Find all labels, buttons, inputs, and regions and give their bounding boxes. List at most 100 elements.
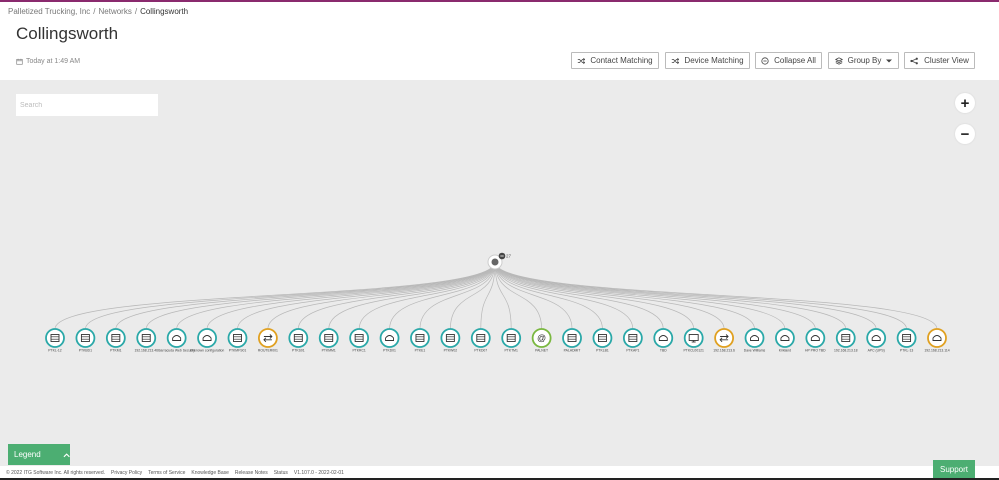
footer-link-kb[interactable]: Knowledge Base [191,470,229,476]
graph-node[interactable]: @ PALNET [531,328,552,353]
graph-node-label: PTKTM1 [505,349,518,353]
graph-node[interactable]: Dave Williams [744,328,766,353]
graph-node-label: PTKMFS01 [229,349,247,353]
timestamp-text: Today at 1:49 AM [26,58,81,65]
footer-link-terms[interactable]: Terms of Service [148,470,185,476]
page-header: Palletized Trucking, Inc / Networks / Collin… [0,2,999,80]
graph-node[interactable]: TBD [653,328,674,353]
graph-node-label: PALNET [535,349,548,353]
cluster-icon [910,57,918,64]
graph-node[interactable]: PTKMM1 [318,328,339,353]
graph-node[interactable]: 192.168.213.46 [134,328,158,353]
graph-node[interactable]: PTKW02 [440,328,461,353]
graph-edge [389,261,496,330]
graph-node[interactable]: PTKS01 [288,328,309,353]
collapse-all-button[interactable]: Collapse All [755,52,822,69]
graph-node-label: PTKMM1 [322,349,336,353]
shuffle-icon [578,57,586,64]
graph-node[interactable]: Kirkland [775,328,795,353]
graph-edge [85,261,496,330]
graph-edge [328,261,496,330]
graph-node-label: TBD [660,349,667,353]
graph-node-label: 192.168.213.114 [924,349,949,353]
graph-hub-node[interactable]: 27 [487,252,512,270]
footer-version: V1.107.0 - 2022-02-01 [293,470,344,476]
breadcrumb-org[interactable]: Palletized Trucking, Inc [8,7,90,16]
group-by-label: Group By [847,56,882,65]
graph-edges [54,261,938,330]
graph-node-label: PTKAP1 [626,349,639,353]
graph-edge [494,261,847,330]
graph-node[interactable]: PTKL-12 [45,328,65,353]
layers-icon [834,56,843,65]
group-by-dropdown[interactable]: Group By [828,52,899,69]
contact-matching-button[interactable]: Contact Matching [571,52,659,69]
device-matching-button[interactable]: Device Matching [665,52,750,69]
graph-node-label: Dave Williams [744,349,766,353]
cluster-view-button[interactable]: Cluster View [904,52,975,69]
graph-node[interactable]: HP PRO TBD [805,328,826,353]
support-button[interactable]: Support [933,460,975,478]
graph-node-label: PTKE1 [415,349,426,353]
graph-node[interactable]: Unknown configuration [190,328,225,353]
graph-node-label: APC (UPS) [868,349,885,353]
contact-matching-label: Contact Matching [590,56,653,65]
graph-node-label: PTKRC1 [352,349,365,353]
graph-node[interactable]: PTKL-13 [896,328,917,353]
breadcrumb-current: Collingsworth [140,7,189,16]
graph-node[interactable]: ROUTER001 [258,328,278,353]
graph-node[interactable]: APC (UPS) [866,328,887,353]
at-icon: @ [537,333,546,343]
graph-node[interactable]: PTKD01 [379,328,400,353]
graph-node-label: PTKD01 [383,349,396,353]
graph-node-label: PTKL-13 [900,349,913,353]
graph-edge [115,261,496,330]
graph-edge [494,261,938,330]
graph-edge [494,261,786,330]
graph-node[interactable]: PTKRC1 [349,328,370,353]
graph-node-label: Kirkland [779,349,791,353]
graph-edge [54,261,496,330]
graph-node-label: PTKL-12 [48,349,61,353]
graph-edge [494,261,695,330]
legend-toggle[interactable]: Legend [8,444,70,465]
graph-node-label: 192.168.213.6 [713,349,735,353]
collapse-all-label: Collapse All [774,56,816,65]
legend-label: Legend [14,450,41,459]
graph-node[interactable]: 192.168.213.18 [834,328,858,353]
hub-child-count: 27 [506,254,512,259]
graph-node-label: ROUTER001 [258,349,278,353]
graph-node-label: PTKBD1 [79,349,92,353]
footer-link-status[interactable]: Status [274,470,288,476]
graph-node-label: PTKCL00121 [684,349,704,353]
graph-node-label: PTKLB1 [596,349,609,353]
graph-node[interactable]: PTKTM1 [501,328,522,353]
page-title: Collingsworth [16,24,119,43]
graph-node-label: PTKS01 [292,349,305,353]
graph-node-label: HP PRO TBD [805,349,826,353]
svg-text:@: @ [537,333,546,343]
graph-node-label: 192.168.213.46 [134,349,158,353]
graph-edge [494,261,907,330]
network-graph[interactable]: 27PTKL-12 PTKBD1 PTKM1 192.168.213.46 Barrac… [0,80,999,380]
graph-node[interactable]: PTKE1 [410,328,430,353]
graph-edge [494,261,664,330]
shuffle-icon [672,57,680,64]
caret-down-icon [886,59,893,62]
breadcrumb-networks[interactable]: Networks [99,7,132,16]
footer-link-privacy[interactable]: Privacy Policy [111,470,142,476]
graph-node[interactable]: 192.168.213.114 [924,328,950,353]
footer-link-release-notes[interactable]: Release Notes [235,470,268,476]
graph-node[interactable]: PTKM1 [105,328,126,353]
graph-edge [145,261,496,330]
graph-node[interactable]: PTKLB1 [592,328,613,353]
breadcrumb: Palletized Trucking, Inc / Networks / Collin… [8,7,189,16]
graph-node[interactable]: PTKMFS01 [227,328,248,353]
graph-node-label: Unknown configuration [190,349,225,353]
graph-node[interactable]: PALADMIT [562,328,582,353]
graph-node[interactable]: PTKAP1 [622,328,643,353]
graph-node[interactable]: PTKBD1 [75,328,96,353]
graph-node[interactable]: PTKD07 [470,328,491,353]
graph-node[interactable]: PTKCL00121 [684,328,704,353]
graph-node[interactable]: 192.168.213.6 [713,328,735,353]
